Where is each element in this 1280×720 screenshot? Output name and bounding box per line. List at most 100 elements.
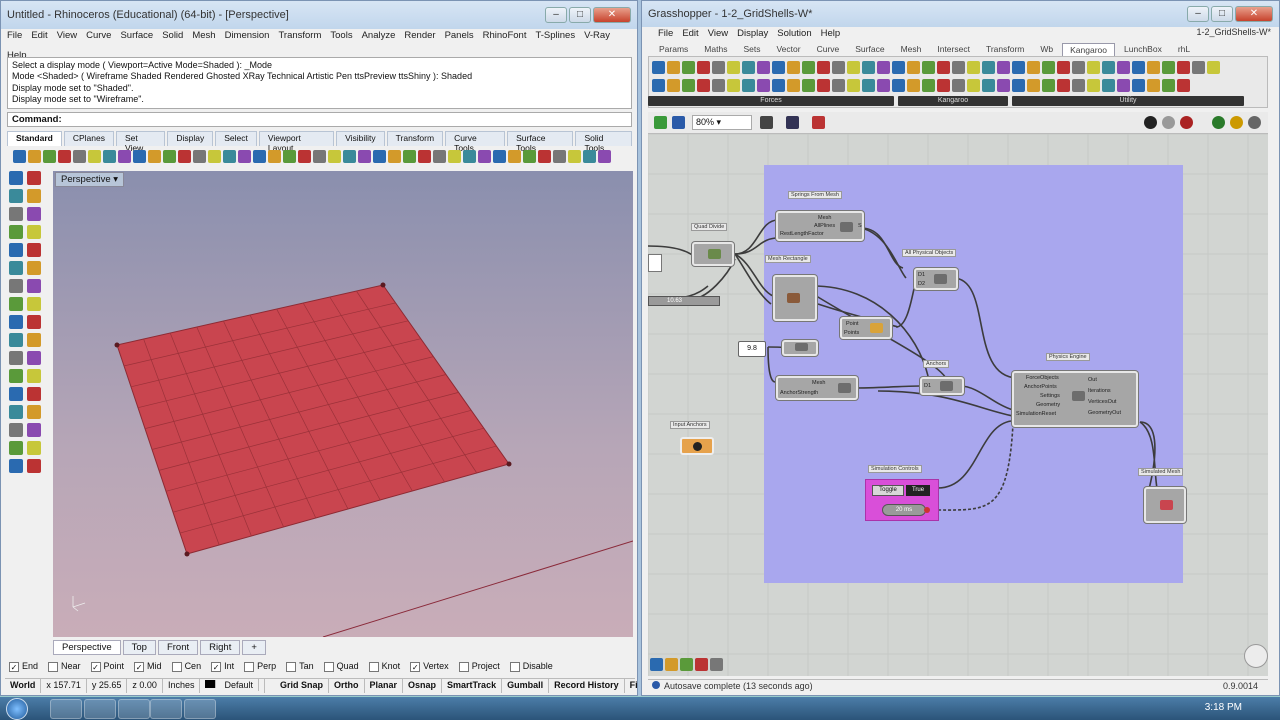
osnap-quad[interactable]: Quad: [323, 661, 359, 672]
true-value[interactable]: True: [906, 485, 930, 496]
output-out[interactable]: Out: [1088, 377, 1097, 383]
left-tool-icon[interactable]: [27, 243, 41, 257]
osnap-checkbox[interactable]: ✓: [90, 661, 101, 672]
tab-select[interactable]: Select: [215, 131, 257, 146]
physics-engine-component[interactable]: ForceObjects AnchorPoints Settings Geome…: [1012, 371, 1138, 427]
minimize-button[interactable]: –: [545, 7, 567, 23]
osnap-checkbox[interactable]: [48, 661, 59, 672]
kangaroo-component-icon[interactable]: [862, 61, 875, 74]
left-tool-icon[interactable]: [27, 315, 41, 329]
osnap-int[interactable]: ✓ Int: [211, 661, 234, 672]
kangaroo-component-icon[interactable]: [1147, 79, 1160, 92]
toolbar-tool-icon[interactable]: [568, 150, 581, 163]
menu-help[interactable]: Help: [821, 28, 841, 39]
tab-maths[interactable]: Maths: [697, 43, 734, 57]
tab-vector[interactable]: Vector: [769, 43, 807, 57]
tab-surface[interactable]: Surface: [848, 43, 891, 57]
input-d1[interactable]: D1: [924, 383, 931, 389]
kangaroo-component-icon[interactable]: [922, 79, 935, 92]
kangaroo-component-icon[interactable]: [937, 61, 950, 74]
left-tool-icon[interactable]: [9, 225, 23, 239]
kangaroo-component-icon[interactable]: [832, 79, 845, 92]
input-restlength[interactable]: RestLengthFactor: [780, 231, 824, 237]
menu-file[interactable]: File: [7, 30, 22, 41]
status-toggle[interactable]: SmartTrack: [442, 679, 503, 693]
output-iterations[interactable]: Iterations: [1088, 388, 1111, 394]
toolbar-tool-icon[interactable]: [58, 150, 71, 163]
kangaroo-component-icon[interactable]: [1162, 79, 1175, 92]
menu-view[interactable]: View: [708, 28, 728, 39]
left-tool-icon[interactable]: [27, 207, 41, 221]
input-anchors-param[interactable]: [680, 437, 714, 455]
acrobat-taskbar-icon[interactable]: [84, 699, 116, 719]
kangaroo-component-icon[interactable]: [1072, 61, 1085, 74]
left-tool-icon[interactable]: [9, 459, 23, 473]
kangaroo-component-icon[interactable]: [1192, 61, 1205, 74]
toolbar-tool-icon[interactable]: [523, 150, 536, 163]
gh-titlebar[interactable]: Grasshopper - 1-2_GridShells-W* – □ ✕: [642, 1, 1279, 27]
canvas-tool-icon[interactable]: [695, 658, 708, 671]
kangaroo-component-icon[interactable]: [1117, 61, 1130, 74]
kangaroo-component-icon[interactable]: [862, 79, 875, 92]
toolbar-tool-icon[interactable]: [283, 150, 296, 163]
toolbar-tool-icon[interactable]: [208, 150, 221, 163]
menu-tsplines[interactable]: T-Splines: [535, 30, 575, 41]
kangaroo-component-icon[interactable]: [892, 61, 905, 74]
tab-curve[interactable]: Curve: [810, 43, 847, 57]
left-tool-icon[interactable]: [27, 423, 41, 437]
input-simulation-reset[interactable]: SimulationReset: [1016, 411, 1056, 417]
canvas-tool-icon[interactable]: [680, 658, 693, 671]
kangaroo-component-icon[interactable]: [652, 79, 665, 92]
kangaroo-component-icon[interactable]: [892, 79, 905, 92]
kangaroo-component-icon[interactable]: [1087, 61, 1100, 74]
kangaroo-component-icon[interactable]: [1027, 79, 1040, 92]
tab-transform[interactable]: Transform: [386, 131, 444, 146]
viewport-tab[interactable]: Right: [200, 640, 241, 655]
preview-wire-icon[interactable]: [1162, 116, 1175, 129]
menu-vray[interactable]: V-Ray: [584, 30, 610, 41]
menu-mesh[interactable]: Mesh: [192, 30, 215, 41]
kangaroo-component-icon[interactable]: [1177, 61, 1190, 74]
tab-solidtools[interactable]: Solid Tools: [575, 131, 632, 153]
maximize-button[interactable]: □: [569, 7, 591, 23]
close-button[interactable]: ✕: [593, 7, 631, 23]
menu-edit[interactable]: Edit: [682, 28, 698, 39]
toolbar-tool-icon[interactable]: [298, 150, 311, 163]
quad-divide-component[interactable]: [692, 242, 734, 266]
kangaroo-component-icon[interactable]: [1027, 61, 1040, 74]
kangaroo-component-icon[interactable]: [952, 61, 965, 74]
springs-from-mesh-component[interactable]: Mesh RestLengthFactor AllPlines S: [776, 211, 864, 241]
toolbar-tool-icon[interactable]: [163, 150, 176, 163]
kangaroo-component-icon[interactable]: [787, 79, 800, 92]
osnap-checkbox[interactable]: [171, 661, 182, 672]
left-tool-icon[interactable]: [27, 279, 41, 293]
kangaroo-component-icon[interactable]: [697, 61, 710, 74]
toolbar-tool-icon[interactable]: [43, 150, 56, 163]
kangaroo-component-icon[interactable]: [817, 79, 830, 92]
minimize-button[interactable]: –: [1187, 6, 1209, 22]
menu-display[interactable]: Display: [737, 28, 768, 39]
input-force-objects[interactable]: ForceObjects: [1026, 375, 1059, 381]
toolbar-tool-icon[interactable]: [88, 150, 101, 163]
input-mesh[interactable]: Mesh: [812, 380, 825, 386]
save-file-icon[interactable]: [672, 116, 685, 129]
output-geometry[interactable]: GeometryOut: [1088, 410, 1121, 416]
tab-viewportlayout[interactable]: Viewport Layout: [258, 131, 335, 153]
rhino-taskbar-icon[interactable]: [150, 699, 182, 719]
left-tool-icon[interactable]: [27, 387, 41, 401]
kangaroo-component-icon[interactable]: [1132, 79, 1145, 92]
tab-standard[interactable]: Standard: [7, 131, 62, 146]
osnap-mid[interactable]: ✓ Mid: [134, 661, 162, 672]
toolbar-tool-icon[interactable]: [538, 150, 551, 163]
kangaroo-component-icon[interactable]: [997, 61, 1010, 74]
kangaroo-component-icon[interactable]: [907, 61, 920, 74]
canvas-tool-icon[interactable]: [665, 658, 678, 671]
toolbar-tool-icon[interactable]: [178, 150, 191, 163]
app-taskbar-icon[interactable]: [118, 699, 150, 719]
osnap-checkbox[interactable]: ✓: [134, 661, 145, 672]
viewport-tab[interactable]: Perspective: [53, 640, 121, 655]
menu-surface[interactable]: Surface: [120, 30, 153, 41]
kangaroo-component-icon[interactable]: [652, 61, 665, 74]
kangaroo-component-icon[interactable]: [877, 61, 890, 74]
osnap-perp[interactable]: Perp: [244, 661, 276, 672]
